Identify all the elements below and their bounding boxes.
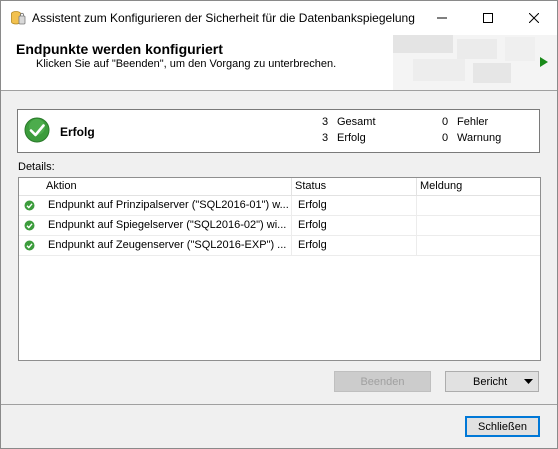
row-action: Endpunkt auf Prinzipalserver ("SQL2016-0… — [48, 199, 288, 211]
success-check-icon — [24, 220, 35, 231]
row-status: Erfolg — [298, 219, 327, 231]
chevron-down-icon — [524, 379, 533, 384]
title-bar[interactable]: Assistent zum Konfigurieren der Sicherhe… — [1, 1, 557, 35]
table-row[interactable]: Endpunkt auf Spiegelserver ("SQL2016-02"… — [19, 216, 540, 236]
success-count: 3 — [322, 132, 329, 144]
success-label: Erfolg — [337, 132, 366, 144]
footer-divider — [1, 404, 557, 405]
table-row[interactable]: Endpunkt auf Zeugenserver ("SQL2016-EXP"… — [19, 236, 540, 256]
total-label: Gesamt — [337, 116, 376, 128]
close-button[interactable]: Schließen — [465, 416, 540, 437]
total-count: 3 — [322, 116, 329, 128]
maximize-button[interactable] — [465, 1, 511, 35]
page-subtitle: Klicken Sie auf "Beenden", um den Vorgan… — [36, 58, 337, 70]
grid-header: Aktion Status Meldung — [19, 178, 540, 196]
minimize-icon — [437, 17, 447, 19]
error-label: Fehler — [457, 116, 489, 128]
row-status: Erfolg — [298, 239, 327, 251]
summary-panel: Erfolg 3 Gesamt 3 Erfolg 0 Fehler 0 Warn… — [17, 109, 540, 153]
close-window-button[interactable] — [511, 1, 557, 35]
row-action: Endpunkt auf Zeugenserver ("SQL2016-EXP"… — [48, 239, 287, 251]
table-row[interactable]: Endpunkt auf Prinzipalserver ("SQL2016-0… — [19, 196, 540, 216]
row-action: Endpunkt auf Spiegelserver ("SQL2016-02"… — [48, 219, 287, 231]
report-dropdown-button[interactable]: Bericht — [445, 371, 539, 392]
report-button-label: Bericht — [473, 375, 508, 388]
details-label: Details: — [18, 161, 55, 173]
wizard-window: Assistent zum Konfigurieren der Sicherhe… — [0, 0, 558, 449]
column-header-action[interactable]: Aktion — [46, 180, 77, 192]
maximize-icon — [483, 13, 493, 23]
success-check-icon — [24, 200, 35, 211]
details-grid[interactable]: Aktion Status Meldung Endpunkt auf Prinz… — [18, 177, 541, 361]
header-banner-graphic — [393, 35, 557, 90]
row-status: Erfolg — [298, 199, 327, 211]
success-check-icon — [24, 117, 50, 143]
error-count: 0 — [442, 116, 449, 128]
page-title: Endpunkte werden konfiguriert — [16, 41, 223, 57]
window-title: Assistent zum Konfigurieren der Sicherhe… — [32, 11, 415, 25]
warning-label: Warnung — [457, 132, 502, 144]
close-icon — [529, 13, 539, 23]
column-header-status[interactable]: Status — [295, 180, 326, 192]
database-app-icon — [11, 11, 26, 25]
summary-status: Erfolg — [60, 125, 95, 139]
stop-button[interactable]: Beenden — [334, 371, 431, 392]
minimize-button[interactable] — [419, 1, 465, 35]
success-check-icon — [24, 240, 35, 251]
warning-count: 0 — [442, 132, 449, 144]
wizard-header: Endpunkte werden konfiguriert Klicken Si… — [1, 35, 557, 91]
column-header-message[interactable]: Meldung — [420, 180, 462, 192]
